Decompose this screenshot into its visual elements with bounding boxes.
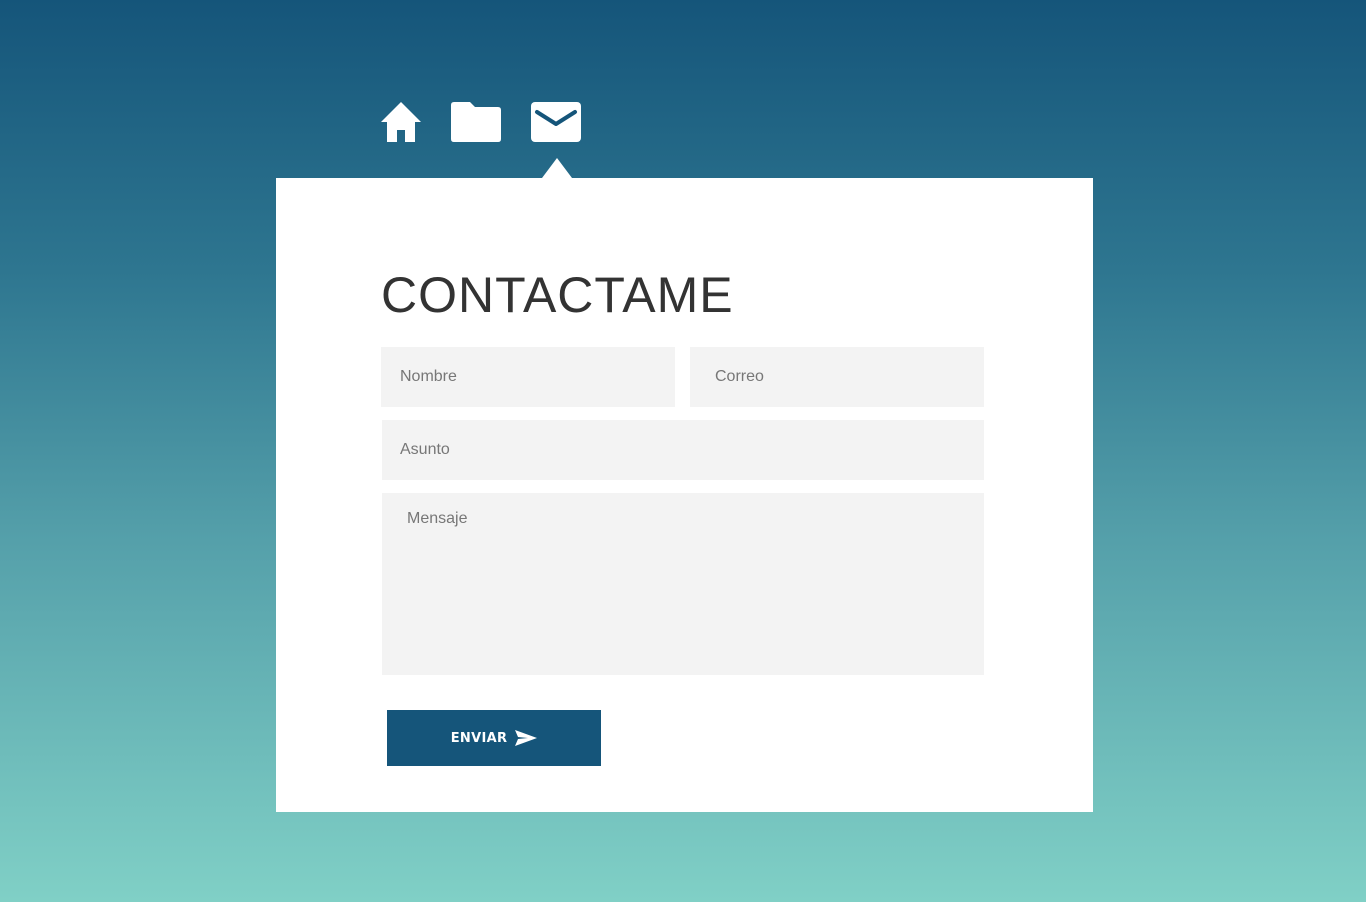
email-input[interactable] [690, 347, 984, 407]
active-tab-pointer [542, 158, 572, 178]
folder-icon[interactable] [451, 102, 501, 142]
subject-input[interactable] [382, 420, 984, 480]
home-icon[interactable] [381, 102, 421, 142]
send-icon [515, 730, 538, 746]
contact-card: CONTACTAME ENVIAR [276, 178, 1093, 812]
page-title: CONTACTAME [381, 267, 734, 323]
mail-icon[interactable] [531, 102, 581, 142]
message-textarea[interactable] [382, 493, 984, 675]
send-button-label: ENVIAR [450, 730, 508, 746]
send-button[interactable]: ENVIAR [387, 710, 601, 766]
name-input[interactable] [381, 347, 675, 407]
